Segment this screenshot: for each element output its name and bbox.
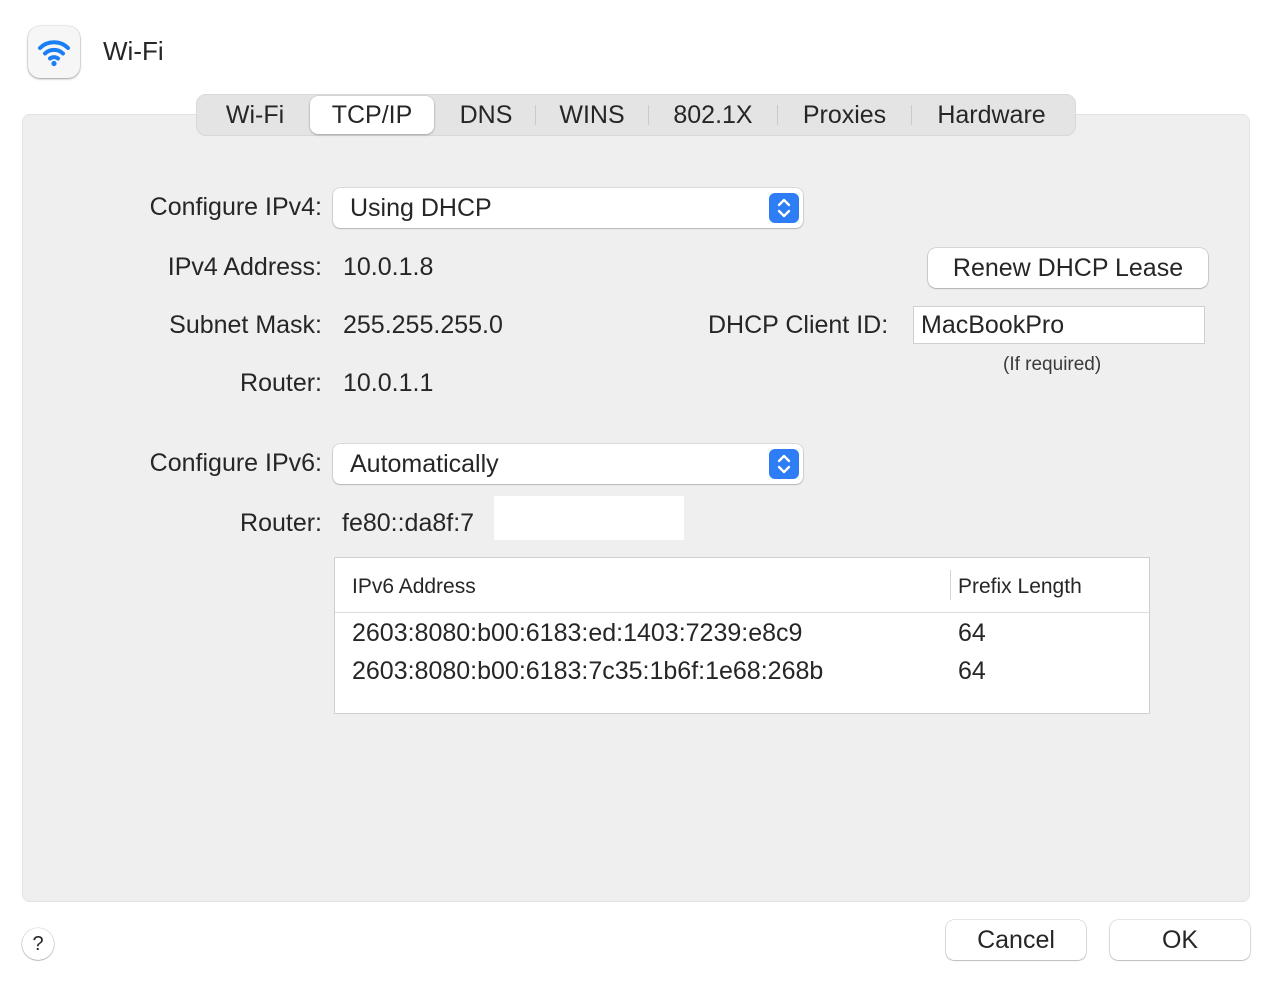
tab-tcpip[interactable]: TCP/IP	[310, 96, 434, 134]
ok-button[interactable]: OK	[1110, 920, 1250, 960]
tab-wins[interactable]: WINS	[540, 95, 644, 135]
ipv6-address-header[interactable]: IPv6 Address	[352, 575, 476, 599]
ipv4-address-label: IPv4 Address:	[167, 253, 322, 281]
configure-ipv4-value: Using DHCP	[350, 194, 492, 222]
tab-separator	[535, 105, 536, 125]
window-title: Wi-Fi	[103, 36, 164, 66]
tab-wifi[interactable]: Wi-Fi	[207, 95, 303, 135]
tab-proxies[interactable]: Proxies	[782, 95, 907, 135]
wifi-app-icon	[28, 26, 80, 78]
cancel-button[interactable]: Cancel	[946, 920, 1086, 960]
tab-dns[interactable]: DNS	[441, 95, 531, 135]
dhcp-client-id-field[interactable]: MacBookPro	[913, 306, 1205, 344]
configure-ipv6-label: Configure IPv6:	[149, 449, 322, 477]
router-label: Router:	[240, 369, 322, 397]
renew-dhcp-lease-button[interactable]: Renew DHCP Lease	[928, 248, 1208, 288]
table-row-address[interactable]: 2603:8080:b00:6183:ed:1403:7239:e8c9	[352, 619, 802, 648]
updown-chevron-icon	[769, 193, 799, 223]
tab-separator	[777, 105, 778, 125]
router-value: 10.0.1.1	[343, 369, 434, 397]
prefix-length-header[interactable]: Prefix Length	[958, 575, 1082, 599]
configure-ipv4-label: Configure IPv4:	[149, 193, 322, 221]
dhcp-client-id-label: DHCP Client ID:	[708, 311, 889, 339]
table-row-prefix[interactable]: 64	[958, 657, 986, 686]
header-divider	[335, 612, 1149, 613]
subnet-mask-label: Subnet Mask:	[169, 311, 322, 339]
ipv6-router-label: Router:	[240, 509, 322, 537]
table-row-prefix[interactable]: 64	[958, 619, 986, 648]
help-button[interactable]: ?	[22, 928, 54, 960]
configure-ipv4-popup[interactable]: Using DHCP	[333, 188, 803, 228]
tab-8021x[interactable]: 802.1X	[653, 95, 773, 135]
tab-separator	[911, 105, 912, 125]
wifi-icon	[38, 40, 70, 67]
tab-separator	[648, 105, 649, 125]
subnet-mask-value: 255.255.255.0	[343, 311, 503, 339]
ipv4-address-value: 10.0.1.8	[343, 253, 434, 281]
redaction-box	[494, 496, 684, 540]
tab-hardware[interactable]: Hardware	[916, 95, 1067, 135]
column-separator	[950, 570, 951, 600]
tab-bar: Wi-Fi TCP/IP DNS WINS 802.1X Proxies Har…	[196, 94, 1076, 136]
client-id-hint: (If required)	[1003, 354, 1102, 375]
configure-ipv6-value: Automatically	[350, 450, 499, 478]
table-row-address[interactable]: 2603:8080:b00:6183:7c35:1b6f:1e68:268b	[352, 657, 823, 686]
ipv6-address-table[interactable]: IPv6 Address Prefix Length 2603:8080:b00…	[334, 557, 1150, 714]
configure-ipv6-popup[interactable]: Automatically	[333, 444, 803, 484]
ipv6-router-value: fe80::da8f:7	[342, 509, 475, 537]
updown-chevron-icon	[769, 449, 799, 479]
